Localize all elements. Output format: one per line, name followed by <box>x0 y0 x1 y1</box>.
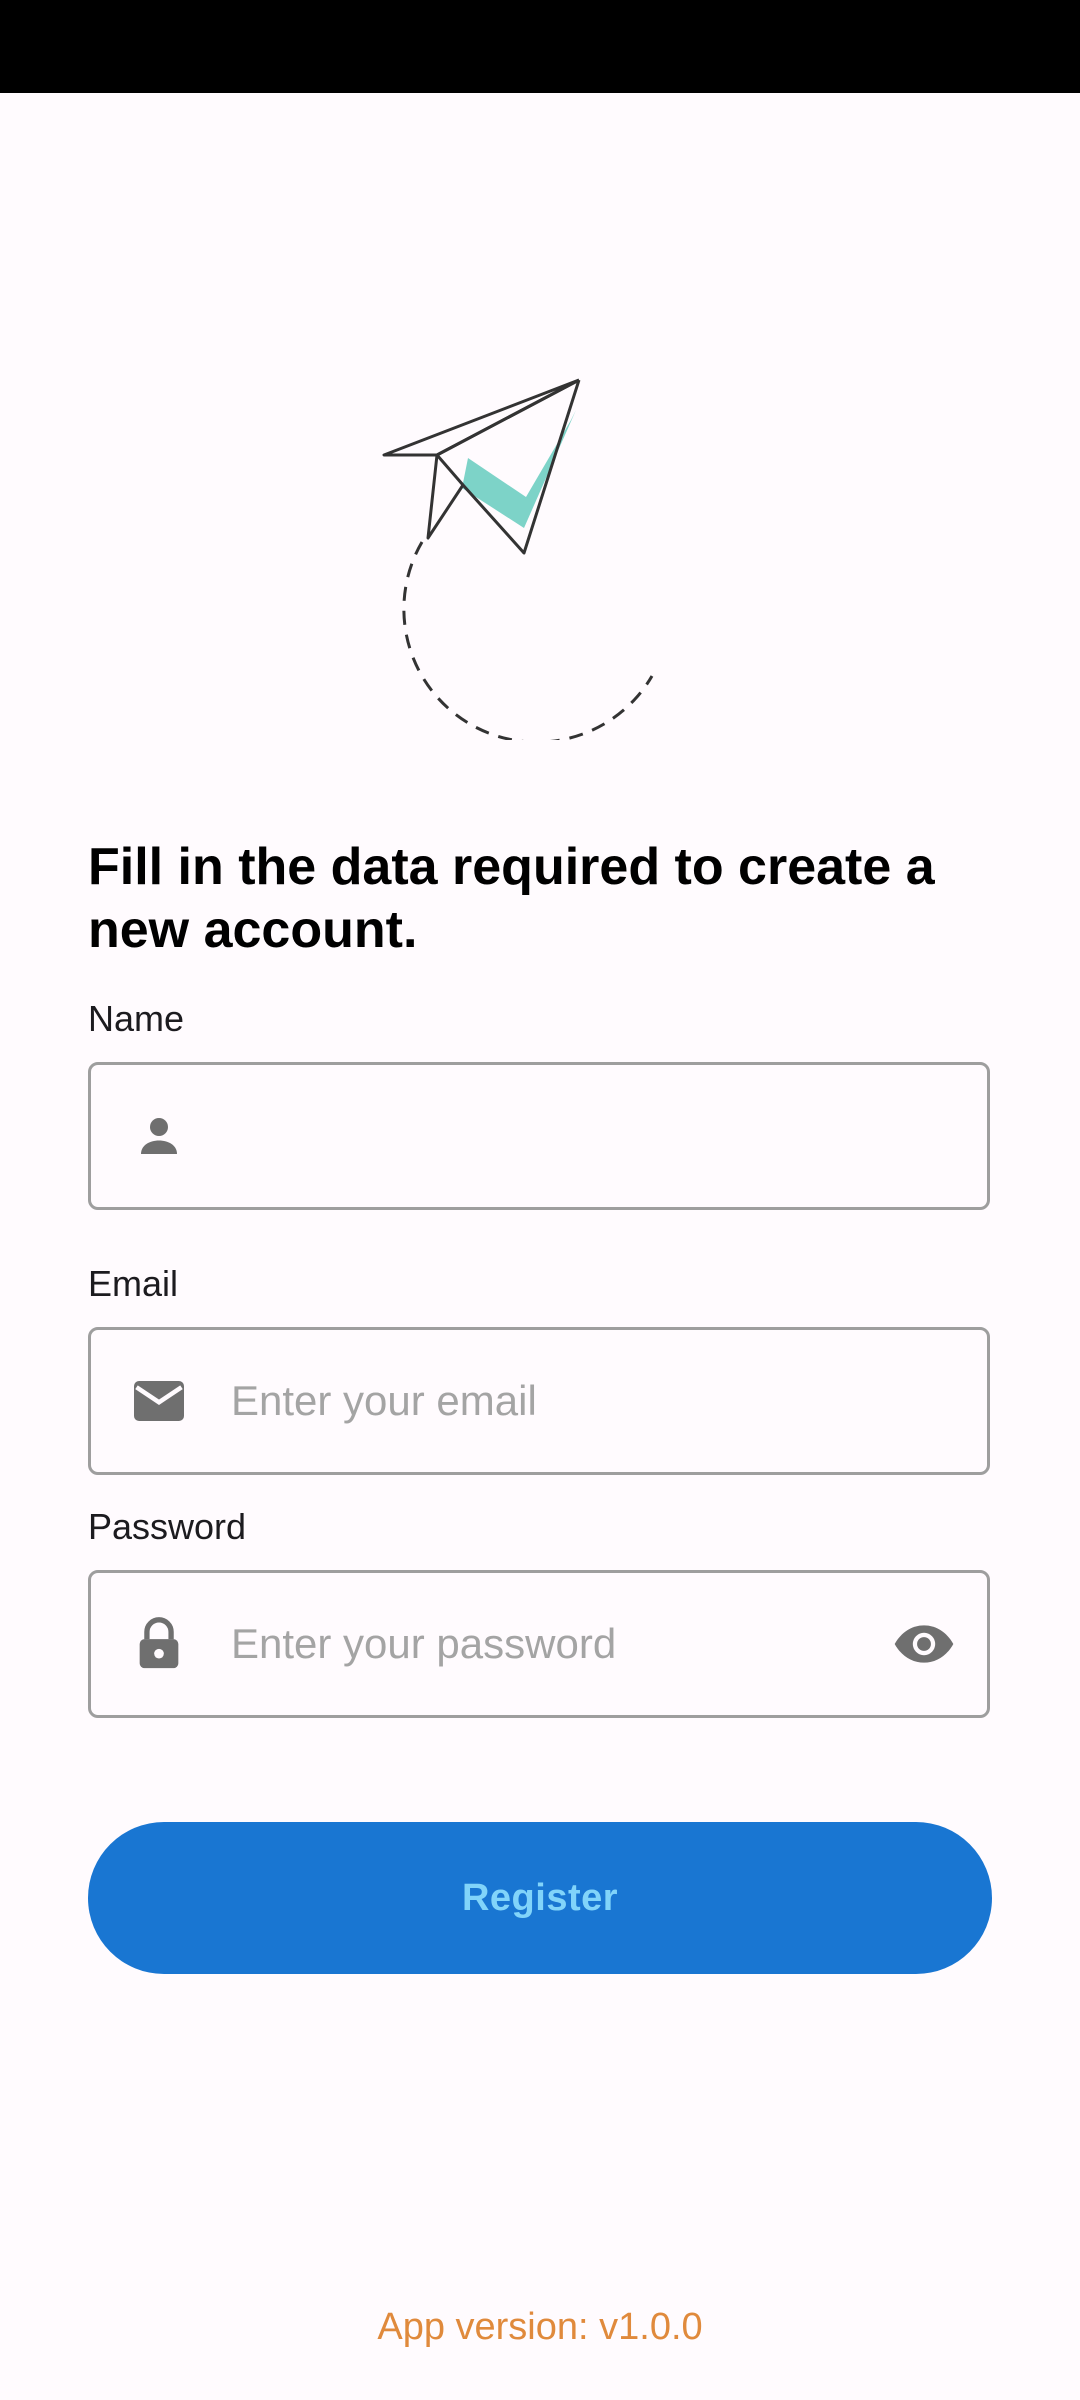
email-input[interactable] <box>231 1330 891 1472</box>
name-input[interactable] <box>231 1065 891 1207</box>
status-bar <box>0 0 1080 93</box>
name-field[interactable] <box>88 1062 990 1210</box>
register-button[interactable]: Register <box>88 1822 992 1974</box>
password-field[interactable] <box>88 1570 990 1718</box>
show-password-toggle[interactable] <box>889 1609 959 1679</box>
lock-icon <box>129 1614 189 1674</box>
password-input[interactable] <box>231 1573 891 1715</box>
name-label: Name <box>88 998 185 1039</box>
person-icon <box>129 1106 189 1166</box>
eye-icon <box>894 1625 954 1663</box>
app-version-text: App version: v1.0.0 <box>377 2306 703 2348</box>
password-label: Password <box>88 1506 247 1547</box>
paper-plane-illustration <box>382 378 654 740</box>
email-label: Email <box>88 1263 179 1304</box>
page-headline: Fill in the data required to create a ne… <box>88 838 935 959</box>
mail-icon <box>129 1371 189 1431</box>
email-field[interactable] <box>88 1327 990 1475</box>
